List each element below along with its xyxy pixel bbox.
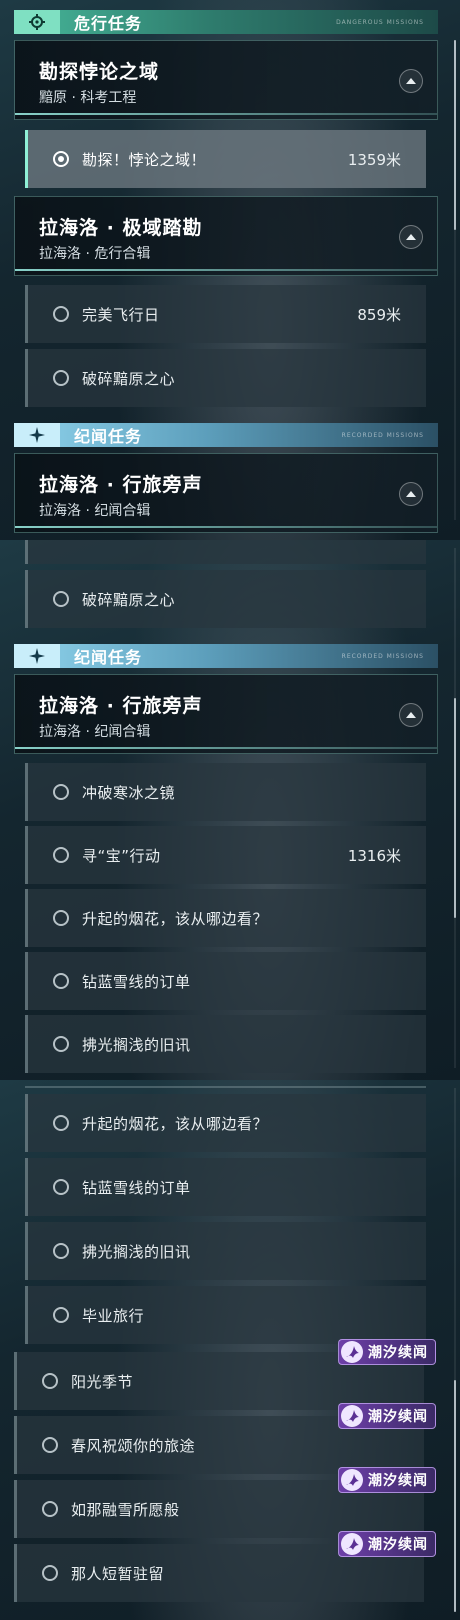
quest-item[interactable]: 寻“宝”行动 1316米 (25, 826, 426, 884)
quest-panel-view-3: 升起的烟花，该从哪边看？ 钻蓝雪线的订单 拂光搁浅的旧讯 毕业旅行 阳光季节 潮… (0, 1080, 460, 1620)
radio-icon (42, 1437, 58, 1453)
divider (25, 1086, 426, 1088)
radio-icon (53, 910, 69, 926)
tide-icon (341, 1405, 363, 1427)
quest-subtitle: 拉海洛 · 纪闻合辑 (39, 503, 151, 519)
quest-item[interactable]: 毕业旅行 (25, 1286, 426, 1344)
radio-icon (53, 784, 69, 800)
quest-item-label: 春风祝颂你的旅途 (71, 1436, 196, 1455)
quest-item[interactable]: 完美飞行日 859米 (25, 285, 426, 343)
quest-item-label: 毕业旅行 (82, 1306, 145, 1325)
scrollbar[interactable] (454, 548, 456, 1068)
tide-tag-badge: 潮汐续闻 (338, 1531, 436, 1557)
radio-icon (42, 1565, 58, 1581)
quest-subtitle: 黯原 · 科考工程 (39, 90, 137, 106)
scrollbar[interactable] (454, 40, 456, 520)
tag-label: 潮汐续闻 (368, 1345, 428, 1361)
radio-icon (42, 1501, 58, 1517)
radio-icon (53, 1179, 69, 1195)
sparkle-icon (14, 423, 60, 447)
quest-item[interactable]: 钻蓝雪线的订单 (25, 1158, 426, 1216)
radio-icon (53, 1243, 69, 1259)
quest-distance: 859米 (357, 305, 401, 324)
crosshair-icon (14, 10, 60, 34)
tide-icon (341, 1533, 363, 1555)
quest-item-label: 如那融雪所愿般 (71, 1500, 180, 1519)
sparkle-icon (14, 644, 60, 668)
quest-item-label: 升起的烟花，该从哪边看？ (82, 1114, 269, 1133)
quest-item-label: 阳光季节 (71, 1372, 134, 1391)
section-deco-text: DANGEROUS MISSIONS (336, 18, 424, 26)
tide-icon (341, 1469, 363, 1491)
scrollbar[interactable] (454, 1088, 456, 1612)
tag-label: 潮汐续闻 (368, 1537, 428, 1553)
quest-item[interactable]: 升起的烟花，该从哪边看？ (25, 1094, 426, 1152)
section-deco-text: RECORDED MISSIONS (341, 652, 424, 660)
quest-item[interactable]: 破碎黯原之心 (25, 570, 426, 628)
quest-item[interactable]: 拂光搁浅的旧讯 (25, 1015, 426, 1073)
quest-distance: 1359米 (347, 150, 401, 169)
collapse-arrow-icon[interactable] (399, 69, 423, 93)
section-header-lore: 纪闻任务 RECORDED MISSIONS (14, 644, 438, 668)
tide-tag-badge: 潮汐续闻 (338, 1403, 436, 1429)
collapse-arrow-icon[interactable] (399, 225, 423, 249)
tide-icon (341, 1341, 363, 1363)
quest-item-label: 那人短暂驻留 (71, 1564, 165, 1583)
quest-panel-view-2: 破碎黯原之心 纪闻任务 RECORDED MISSIONS 拉海洛 · 行旅旁声… (0, 540, 460, 1080)
section-title: 危行任务 (74, 14, 143, 33)
quest-item[interactable]: 破碎黯原之心 (25, 349, 426, 407)
section-title: 纪闻任务 (74, 648, 143, 667)
quest-title: 勘探悖论之域 (39, 61, 160, 83)
quest-item-label: 拂光搁浅的旧讯 (82, 1035, 191, 1054)
tide-tag-badge: 潮汐续闻 (338, 1467, 436, 1493)
section-title: 纪闻任务 (74, 427, 143, 446)
quest-item[interactable]: 拂光搁浅的旧讯 (25, 1222, 426, 1280)
radio-icon (53, 1036, 69, 1052)
quest-title: 拉海洛 · 行旅旁声 (39, 474, 203, 496)
section-deco-text: RECORDED MISSIONS (341, 431, 424, 439)
quest-panel-view-1: 危行任务 DANGEROUS MISSIONS 勘探悖论之域 黯原 · 科考工程… (0, 0, 460, 540)
quest-item-label: 完美飞行日 (82, 305, 160, 324)
quest-item[interactable]: 钻蓝雪线的订单 (25, 952, 426, 1010)
tag-label: 潮汐续闻 (368, 1473, 428, 1489)
quest-header-polar[interactable]: 拉海洛 · 极域踏勘 拉海洛 · 危行合辑 (14, 196, 438, 276)
quest-item-label: 冲破寒冰之镜 (82, 783, 176, 802)
quest-header-travel[interactable]: 拉海洛 · 行旅旁声 拉海洛 · 纪闻合辑 (14, 674, 438, 754)
quest-item-label: 钻蓝雪线的订单 (82, 972, 191, 991)
quest-title: 拉海洛 · 行旅旁声 (39, 695, 203, 717)
quest-item-label: 寻“宝”行动 (82, 846, 161, 865)
radio-icon (53, 1307, 69, 1323)
collapse-arrow-icon[interactable] (399, 482, 423, 506)
radio-icon (53, 1115, 69, 1131)
collapse-arrow-icon[interactable] (399, 703, 423, 727)
quest-item-label: 破碎黯原之心 (82, 369, 176, 388)
quest-item-label: 破碎黯原之心 (82, 590, 176, 609)
tag-label: 潮汐续闻 (368, 1409, 428, 1425)
radio-icon (53, 973, 69, 989)
tide-tag-badge: 潮汐续闻 (338, 1339, 436, 1365)
radio-icon (42, 1373, 58, 1389)
quest-item-partial[interactable] (25, 540, 426, 564)
quest-title: 拉海洛 · 极域踏勘 (39, 217, 203, 239)
quest-header-travel[interactable]: 拉海洛 · 行旅旁声 拉海洛 · 纪闻合辑 (14, 453, 438, 533)
section-header-lore: 纪闻任务 RECORDED MISSIONS (14, 423, 438, 447)
quest-item-label: 升起的烟花，该从哪边看？ (82, 909, 269, 928)
quest-header-paradox[interactable]: 勘探悖论之域 黯原 · 科考工程 (14, 40, 438, 120)
quest-item[interactable]: 升起的烟花，该从哪边看？ (25, 889, 426, 947)
quest-item-label: 钻蓝雪线的订单 (82, 1178, 191, 1197)
quest-item-label: 拂光搁浅的旧讯 (82, 1242, 191, 1261)
section-header-danger: 危行任务 DANGEROUS MISSIONS (14, 10, 438, 34)
radio-selected-icon (53, 151, 69, 167)
quest-item[interactable]: 冲破寒冰之镜 (25, 763, 426, 821)
quest-subtitle: 拉海洛 · 纪闻合辑 (39, 724, 151, 740)
radio-icon (53, 847, 69, 863)
radio-icon (53, 306, 69, 322)
radio-icon (53, 591, 69, 607)
quest-distance: 1316米 (347, 846, 401, 865)
quest-item[interactable]: 勘探！悖论之域！ 1359米 (25, 130, 426, 188)
quest-subtitle: 拉海洛 · 危行合辑 (39, 246, 151, 262)
quest-item-label: 勘探！悖论之域！ (82, 150, 207, 169)
radio-icon (53, 370, 69, 386)
